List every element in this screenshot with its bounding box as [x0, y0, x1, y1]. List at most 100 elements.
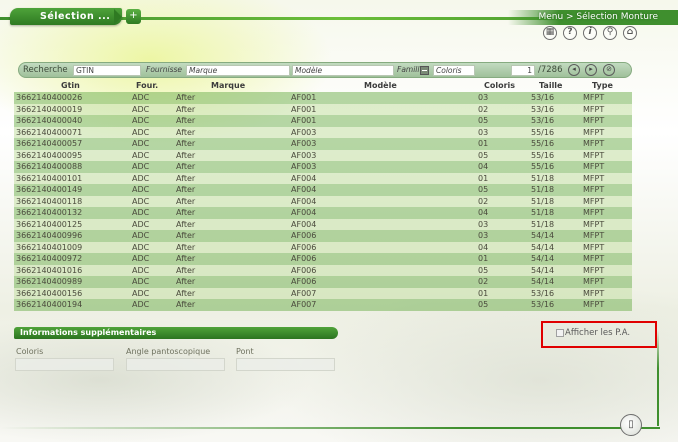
tab-selection[interactable]: Sélection ...: [10, 8, 122, 25]
table-row[interactable]: 3662140400996 ADC After AF006 03 54/14 MFPT: [14, 230, 632, 242]
calculator-icon[interactable]: ▦: [543, 26, 557, 40]
coloris-input[interactable]: Coloris: [433, 65, 475, 76]
col-four[interactable]: Four.: [136, 81, 158, 90]
table-row[interactable]: 3662140400057 ADC After AF003 01 55/16 MFPT: [14, 138, 632, 150]
cell-gtin: 3662140400118: [16, 196, 83, 206]
cell-modele: AF006: [291, 277, 317, 286]
next-page-icon[interactable]: ▸: [585, 64, 597, 76]
modele-input[interactable]: Modèle: [292, 65, 394, 76]
cell-type: MFPT: [583, 265, 605, 275]
cell-gtin: 3662140400132: [16, 208, 83, 217]
col-marque[interactable]: Marque: [211, 81, 245, 90]
cell-four: ADC: [132, 150, 150, 160]
cell-gtin: 3662140400040: [16, 116, 83, 125]
pa-label[interactable]: Afficher les P.A.: [565, 328, 630, 338]
cell-marque: After: [176, 162, 196, 171]
info-icon[interactable]: i: [583, 26, 597, 40]
cell-four: ADC: [132, 162, 150, 171]
cell-gtin: 3662140400019: [16, 104, 83, 114]
cell-type: MFPT: [583, 173, 605, 183]
pa-checkbox[interactable]: [556, 329, 564, 337]
table-row[interactable]: 3662140400156 ADC After AF007 01 53/16 MFPT: [14, 287, 632, 299]
exit-door-icon[interactable]: ▯: [620, 414, 642, 436]
col-taille[interactable]: Taille: [539, 81, 562, 90]
prev-page-icon[interactable]: ◂: [568, 64, 580, 76]
cell-gtin: 3662140401016: [16, 265, 83, 275]
add-tab-button[interactable]: +: [126, 9, 141, 24]
top-bar: Sélection ... + Menu > Sélection Monture: [0, 8, 678, 26]
cell-four: ADC: [132, 288, 150, 298]
cell-coloris: 05: [478, 116, 489, 125]
table-row[interactable]: 3662140400989 ADC After AF006 02 54/14 MFPT: [14, 276, 632, 288]
cell-marque: After: [176, 104, 196, 114]
table-row[interactable]: 3662140400149 ADC After AF004 05 51/18 MFPT: [14, 184, 632, 196]
cell-four: ADC: [132, 93, 150, 102]
cell-type: MFPT: [583, 288, 605, 298]
cell-gtin: 3662140400149: [16, 185, 83, 194]
table-row[interactable]: 3662140401009 ADC After AF006 04 54/14 MFPT: [14, 241, 632, 253]
cell-four: ADC: [132, 277, 150, 286]
table-row[interactable]: 3662140400118 ADC After AF004 02 51/18 MFPT: [14, 195, 632, 207]
cell-modele: AF001: [291, 93, 317, 102]
table-row[interactable]: 3662140400088 ADC After AF003 04 55/16 MFPT: [14, 161, 632, 173]
table-row[interactable]: 3662140400040 ADC After AF001 05 53/16 MFPT: [14, 115, 632, 127]
famille-dropdown-button[interactable]: [420, 66, 429, 75]
table-row[interactable]: 3662140401016 ADC After AF006 05 54/14 MFPT: [14, 264, 632, 276]
search-zoom-icon[interactable]: ⚲: [603, 26, 617, 40]
cell-type: MFPT: [583, 162, 605, 171]
page-input[interactable]: 1: [511, 65, 535, 76]
page-total: /7286: [538, 65, 563, 75]
table-row[interactable]: 3662140400071 ADC After AF003 03 55/16 MFPT: [14, 126, 632, 138]
cell-coloris: 04: [478, 162, 489, 171]
table-row[interactable]: 3662140400026 ADC After AF001 03 53/16 MFPT: [14, 92, 632, 104]
cell-four: ADC: [132, 127, 150, 137]
cell-modele: AF006: [291, 231, 317, 240]
search-bar: Recherche GTIN Fournisse Marque Modèle F…: [18, 62, 632, 78]
cell-coloris: 03: [478, 127, 489, 137]
cell-marque: After: [176, 265, 196, 275]
cell-type: MFPT: [583, 231, 605, 240]
cell-coloris: 01: [478, 139, 489, 148]
cell-type: MFPT: [583, 185, 605, 194]
cell-modele: AF004: [291, 208, 317, 217]
home-icon[interactable]: ⌂: [623, 26, 637, 40]
cell-marque: After: [176, 277, 196, 286]
cell-taille: 53/16: [531, 300, 555, 309]
help-icon[interactable]: ?: [563, 26, 577, 40]
table-row[interactable]: 3662140400194 ADC After AF007 05 53/16 MFPT: [14, 299, 632, 311]
marque-input[interactable]: Marque: [186, 65, 290, 76]
table-row[interactable]: 3662140400132 ADC After AF004 04 51/18 MFPT: [14, 207, 632, 219]
cell-marque: After: [176, 150, 196, 160]
table-row[interactable]: 3662140400101 ADC After AF004 01 51/18 MFPT: [14, 172, 632, 184]
table-row[interactable]: 3662140400125 ADC After AF004 03 51/18 MFPT: [14, 218, 632, 230]
col-modele[interactable]: Modèle: [364, 81, 397, 90]
frame-line: [657, 330, 659, 426]
col-coloris[interactable]: Coloris: [484, 81, 515, 90]
cell-marque: After: [176, 139, 196, 148]
cell-four: ADC: [132, 173, 150, 183]
col-type[interactable]: Type: [592, 81, 613, 90]
cell-taille: 54/14: [531, 277, 555, 286]
cell-coloris: 04: [478, 242, 489, 252]
cell-four: ADC: [132, 265, 150, 275]
pont-label: Pont: [236, 347, 254, 356]
col-gtin[interactable]: Gtin: [61, 81, 80, 90]
cell-taille: 51/18: [531, 185, 555, 194]
cell-gtin: 3662140400996: [16, 231, 83, 240]
table-row[interactable]: 3662140400972 ADC After AF006 01 54/14 MFPT: [14, 253, 632, 265]
cell-type: MFPT: [583, 93, 605, 102]
cell-modele: AF003: [291, 139, 317, 148]
cell-four: ADC: [132, 219, 150, 229]
cell-four: ADC: [132, 104, 150, 114]
cell-taille: 55/16: [531, 162, 555, 171]
table-row[interactable]: 3662140400095 ADC After AF003 05 55/16 MFPT: [14, 149, 632, 161]
famille-label: Famill: [397, 65, 420, 74]
table-row[interactable]: 3662140400019 ADC After AF001 02 53/16 MFPT: [14, 103, 632, 115]
cell-coloris: 03: [478, 93, 489, 102]
cell-four: ADC: [132, 231, 150, 240]
cell-gtin: 3662140400095: [16, 150, 83, 160]
cell-type: MFPT: [583, 254, 605, 263]
gtin-input[interactable]: GTIN: [73, 65, 141, 76]
reset-search-icon[interactable]: ⊘: [603, 64, 615, 76]
cell-four: ADC: [132, 116, 150, 125]
